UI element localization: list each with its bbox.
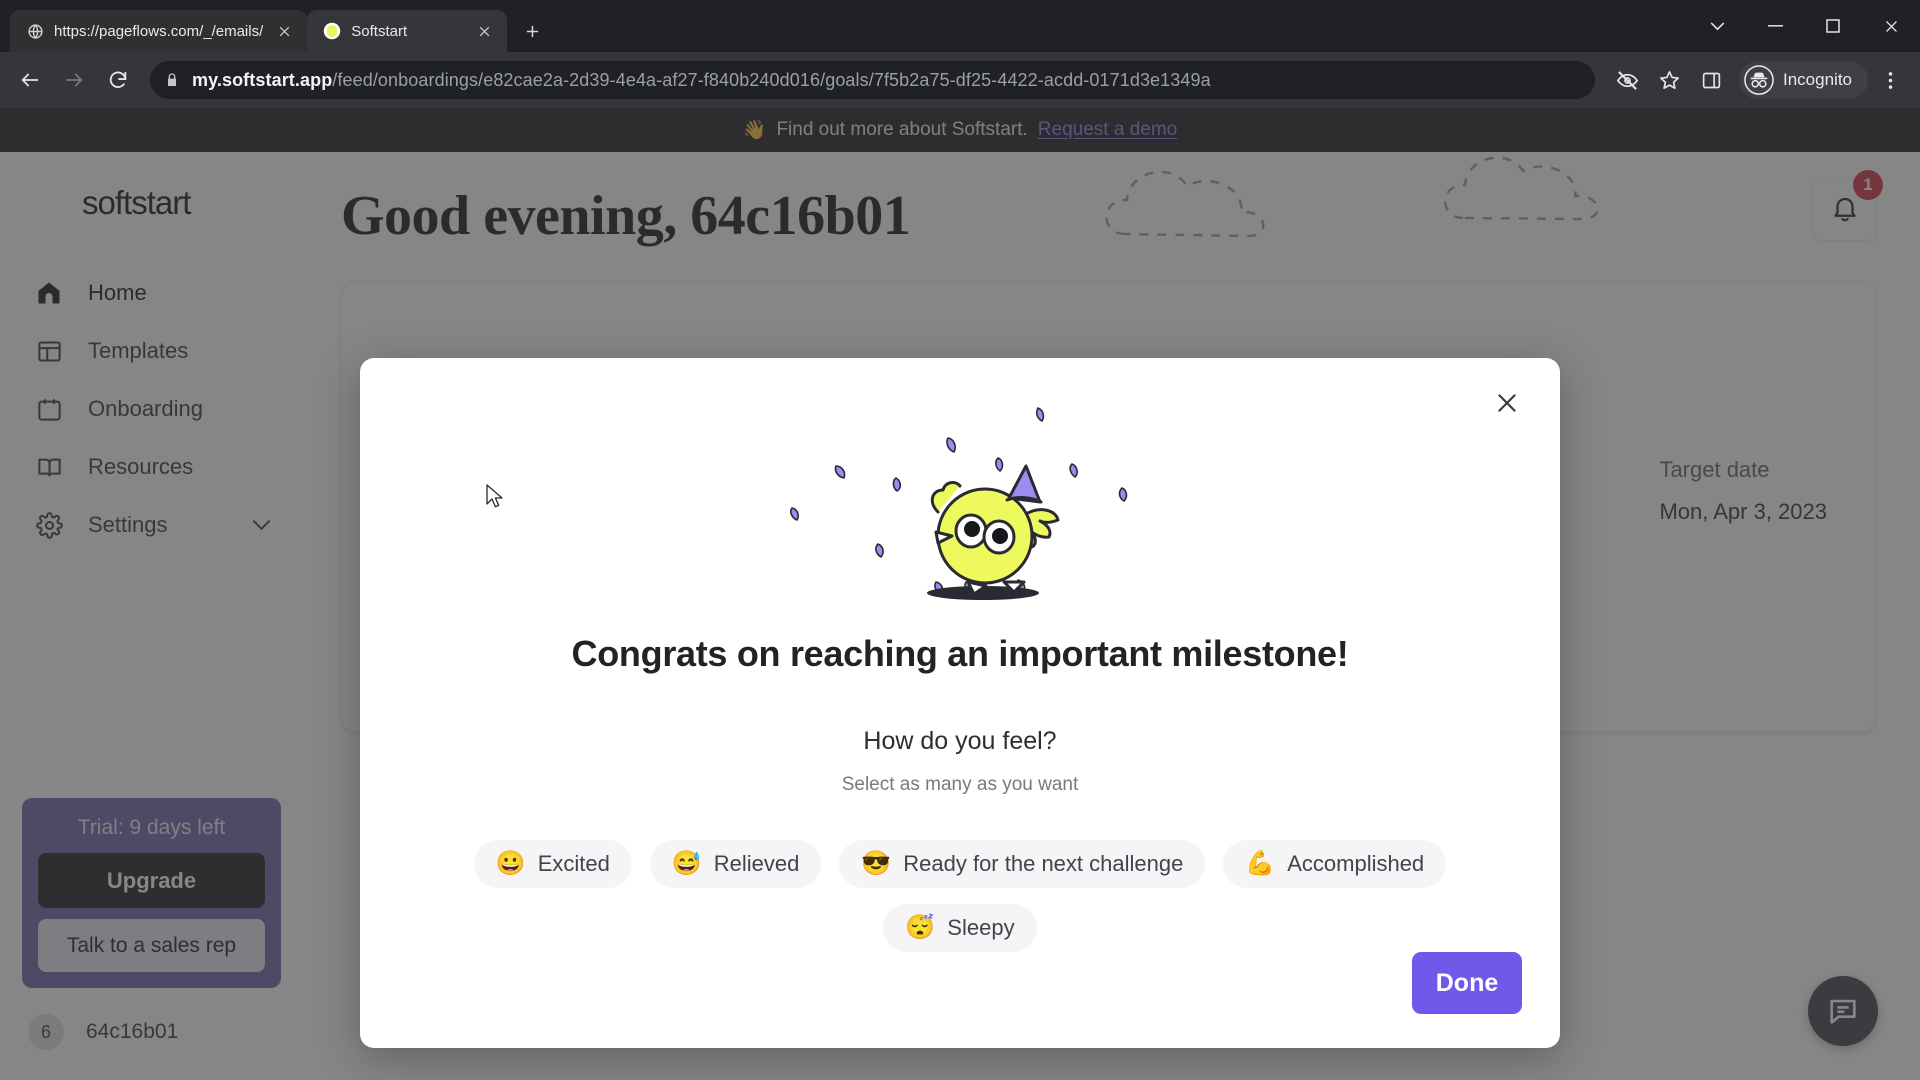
grinning-face-emoji-icon: 😀 xyxy=(495,850,526,877)
chip-label: Relieved xyxy=(713,851,800,876)
maximize-button[interactable] xyxy=(1804,0,1862,52)
chip-label: Excited xyxy=(537,851,610,876)
back-arrow-icon[interactable] xyxy=(10,60,50,100)
chip-sleepy[interactable]: 😴 Sleepy xyxy=(883,904,1037,952)
close-window-button[interactable] xyxy=(1862,0,1920,52)
sweat-smile-emoji-icon: 😅 xyxy=(671,850,702,877)
celebrating-bird-illustration xyxy=(398,392,1522,619)
incognito-indicator[interactable]: Incognito xyxy=(1739,61,1868,99)
close-icon[interactable] xyxy=(473,20,495,42)
address-bar[interactable]: my.softstart.app/feed/onboardings/e82cae… xyxy=(150,61,1595,99)
chip-ready-for-next-challenge[interactable]: 😎 Ready for the next challenge xyxy=(839,840,1206,888)
tab-title: Softstart xyxy=(351,22,408,40)
modal-title: Congrats on reaching an important milest… xyxy=(571,633,1349,674)
window-controls xyxy=(1688,0,1920,52)
chip-label: Accomplished xyxy=(1287,851,1425,876)
modal-question: How do you feel? xyxy=(863,727,1057,755)
close-icon[interactable] xyxy=(273,20,295,42)
chip-excited[interactable]: 😀 Excited xyxy=(473,840,632,888)
chip-label: Ready for the next challenge xyxy=(903,851,1184,876)
close-icon[interactable] xyxy=(1490,386,1524,420)
three-dot-menu-icon[interactable] xyxy=(1870,60,1910,100)
url-host: my.softstart.app xyxy=(192,69,333,90)
lock-icon xyxy=(164,72,180,88)
incognito-label: Incognito xyxy=(1783,70,1852,89)
milestone-modal: Congrats on reaching an important milest… xyxy=(360,358,1560,1048)
url-path: /feed/onboardings/e82cae2a-2d39-4e4a-af2… xyxy=(332,69,1211,90)
chip-relieved[interactable]: 😅 Relieved xyxy=(649,840,822,888)
browser-tab-softstart[interactable]: Softstart xyxy=(307,10,508,52)
tab-strip: https://pageflows.com/_/emails/ Softstar… xyxy=(0,0,1920,52)
sleeping-face-emoji-icon: 😴 xyxy=(905,914,936,941)
toolbar-actions: Incognito xyxy=(1607,60,1910,100)
url-text: my.softstart.app/feed/onboardings/e82cae… xyxy=(192,70,1211,91)
mouse-cursor xyxy=(486,484,503,508)
tab-search-chevron-icon[interactable] xyxy=(1688,0,1746,52)
forward-arrow-icon[interactable] xyxy=(54,60,94,100)
new-tab-button[interactable] xyxy=(515,14,549,48)
browser-window: https://pageflows.com/_/emails/ Softstar… xyxy=(0,0,1920,1080)
minimize-button[interactable] xyxy=(1746,0,1804,52)
browser-toolbar: my.softstart.app/feed/onboardings/e82cae… xyxy=(0,52,1920,108)
sunglasses-face-emoji-icon: 😎 xyxy=(861,850,892,877)
softstart-favicon xyxy=(323,22,341,40)
flexed-biceps-emoji-icon: 💪 xyxy=(1245,850,1276,877)
reload-icon[interactable] xyxy=(98,60,138,100)
modal-footer: Done xyxy=(398,952,1522,1014)
incognito-avatar-icon xyxy=(1744,65,1774,95)
star-icon[interactable] xyxy=(1649,60,1689,100)
tab-title: https://pageflows.com/_/emails/ xyxy=(54,22,264,40)
modal-hint: Select as many as you want xyxy=(841,774,1079,795)
chip-accomplished[interactable]: 💪 Accomplished xyxy=(1223,840,1447,888)
done-button[interactable]: Done xyxy=(1412,952,1522,1014)
feeling-chip-group: 😀 Excited 😅 Relieved 😎 Ready for the nex… xyxy=(398,840,1522,952)
side-panel-icon[interactable] xyxy=(1691,60,1731,100)
eye-slash-icon[interactable] xyxy=(1607,60,1647,100)
browser-tab-pageflows[interactable]: https://pageflows.com/_/emails/ xyxy=(10,10,308,52)
chip-label: Sleepy xyxy=(947,915,1015,940)
globe-icon xyxy=(26,22,44,40)
page-viewport: 👋 Find out more about Softstart. Request… xyxy=(0,108,1920,1080)
